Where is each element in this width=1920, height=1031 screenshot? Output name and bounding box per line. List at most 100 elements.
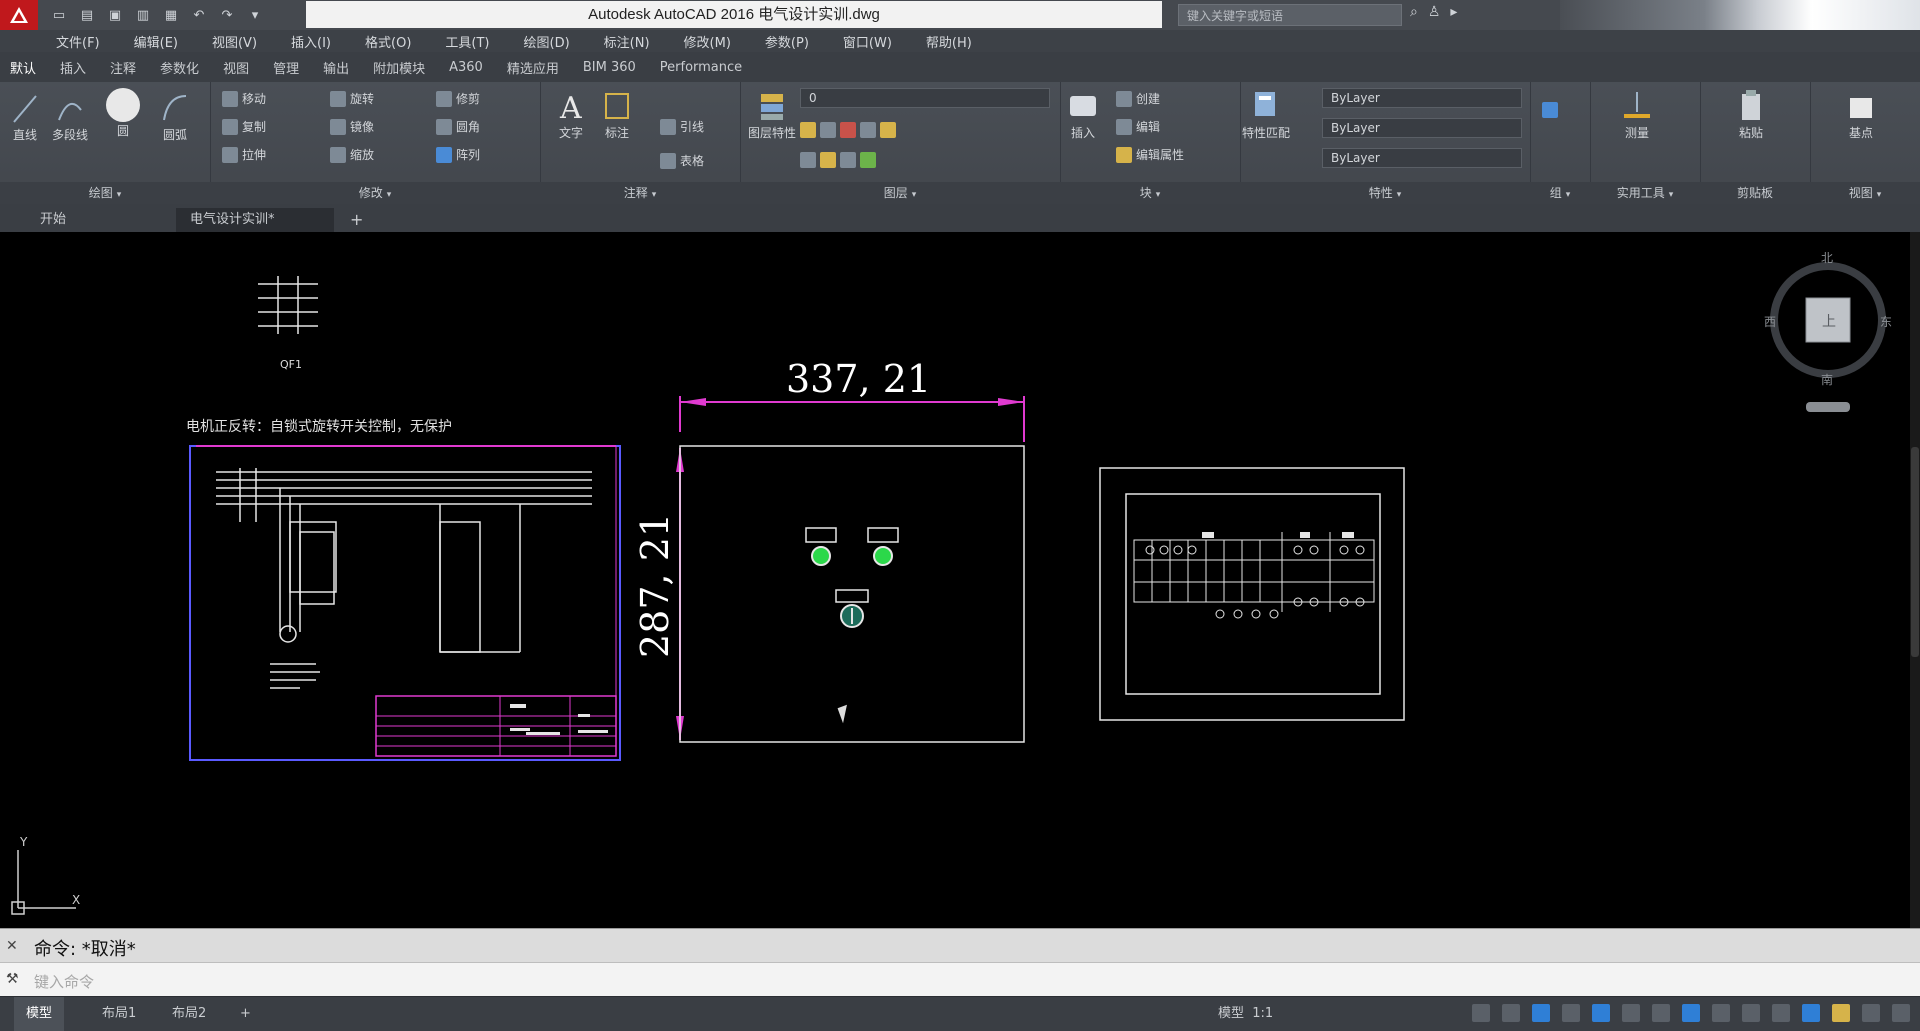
tab-insert[interactable]: 插入 — [60, 58, 86, 77]
group-tool[interactable] — [1542, 102, 1558, 118]
rotate-tool[interactable]: 旋转 — [330, 90, 374, 107]
tab-a360[interactable]: A360 — [449, 60, 483, 75]
tab-parametric[interactable]: 参数化 — [160, 58, 199, 77]
green-indicator-light-2[interactable] — [873, 546, 893, 566]
schematic-frame[interactable] — [189, 445, 621, 761]
tab-manage[interactable]: 管理 — [273, 58, 299, 77]
add-layout-icon[interactable]: + — [228, 997, 263, 1031]
selection-cycling-icon[interactable] — [1712, 1004, 1730, 1022]
tab-layout2[interactable]: 布局2 — [160, 997, 218, 1031]
lineweight-icon[interactable] — [1652, 1004, 1670, 1022]
workspace-gear-icon[interactable] — [1772, 1004, 1790, 1022]
vertical-dimension[interactable]: 287, 21 — [633, 448, 684, 740]
drawing-canvas[interactable]: QF1 电机正反转：自锁式旋转开关控制，无保护 337, 21 287, 21 … — [0, 232, 1910, 928]
vertical-scrollbar[interactable] — [1910, 232, 1920, 928]
transparency-icon[interactable] — [1682, 1004, 1700, 1022]
layer-match-icon[interactable] — [800, 152, 816, 168]
grid-icon[interactable] — [1472, 1004, 1490, 1022]
command-line[interactable]: ⚒ 键入命令 — [0, 962, 1920, 997]
tab-addins[interactable]: 附加模块 — [373, 58, 425, 77]
panel-modify-title[interactable]: 修改 ▾ — [210, 182, 540, 204]
layer-on-icon[interactable] — [800, 122, 816, 138]
line-tool[interactable]: 直线 — [10, 92, 40, 143]
linetype-dropdown[interactable]: ByLayer — [1322, 148, 1522, 168]
tab-model[interactable]: 模型 — [14, 997, 65, 1031]
new-file-icon[interactable]: ▭ — [48, 4, 70, 26]
redo-icon[interactable]: ↷ — [216, 4, 238, 26]
scrollbar-thumb[interactable] — [1911, 447, 1919, 657]
tab-performance[interactable]: Performance — [660, 60, 742, 75]
clean-screen-icon[interactable] — [1862, 1004, 1880, 1022]
close-icon[interactable]: ✕ — [6, 938, 18, 954]
match-properties-tool[interactable]: 特性匹配 — [1242, 88, 1290, 141]
annotation-visibility-icon[interactable] — [1742, 1004, 1760, 1022]
tab-view[interactable]: 视图 — [223, 58, 249, 77]
menu-file[interactable]: 文件(F) — [56, 32, 100, 51]
layer-lock-icon[interactable] — [880, 122, 896, 138]
lineweight-dropdown[interactable]: ByLayer — [1322, 118, 1522, 138]
viewcube-east[interactable]: 东 — [1880, 315, 1892, 329]
panel-layers-title[interactable]: 图层 ▾ — [740, 182, 1060, 204]
tab-output[interactable]: 输出 — [323, 58, 349, 77]
tab-start[interactable]: 开始 — [26, 208, 80, 232]
layer-off-icon[interactable] — [840, 122, 856, 138]
isolate-objects-icon[interactable] — [1802, 1004, 1820, 1022]
tab-bim360[interactable]: BIM 360 — [583, 60, 636, 75]
layer-properties-tool[interactable]: 图层特性 — [748, 88, 796, 141]
layer-iso-icon[interactable] — [860, 122, 876, 138]
menu-window[interactable]: 窗口(W) — [843, 32, 892, 51]
wrench-icon[interactable]: ⚒ — [6, 971, 19, 987]
move-tool[interactable]: 移动 — [222, 90, 266, 107]
ortho-icon[interactable] — [1532, 1004, 1550, 1022]
scale-tool[interactable]: 缩放 — [330, 146, 374, 163]
arc-tool[interactable]: 圆弧 — [160, 92, 190, 143]
layer-merge-icon[interactable] — [840, 152, 856, 168]
color-dropdown[interactable]: ByLayer — [1322, 88, 1522, 108]
text-tool[interactable]: A 文字 — [556, 88, 586, 141]
viewcube-west[interactable]: 西 — [1764, 315, 1776, 329]
panel-annotation-title[interactable]: 注释 ▾ — [540, 182, 740, 204]
component-layout-frame[interactable] — [1099, 467, 1405, 721]
trim-tool[interactable]: 修剪 — [436, 90, 480, 107]
annotation-scale-text[interactable]: 1:1 — [1252, 1006, 1273, 1021]
open-file-icon[interactable]: ▤ — [76, 4, 98, 26]
viewcube-top-face[interactable]: 上 — [1822, 314, 1836, 330]
layer-freeze-icon[interactable] — [820, 122, 836, 138]
snap-icon[interactable] — [1502, 1004, 1520, 1022]
leader-tool[interactable]: 引线 — [660, 118, 704, 135]
layer-walk-icon[interactable] — [820, 152, 836, 168]
layer-dropdown[interactable]: 0 — [800, 88, 1050, 108]
tab-layout1[interactable]: 布局1 — [90, 997, 148, 1031]
stretch-tool[interactable]: 拉伸 — [222, 146, 266, 163]
new-tab-button[interactable]: + — [350, 208, 363, 232]
qat-dropdown-icon[interactable]: ▾ — [244, 4, 266, 26]
user-icon[interactable]: ♙ — [1428, 4, 1441, 20]
viewcube-south[interactable]: 南 — [1821, 372, 1833, 387]
panel-draw-title[interactable]: 绘图 ▾ — [0, 182, 210, 204]
menu-parametric[interactable]: 参数(P) — [765, 32, 809, 51]
customization-menu-icon[interactable] — [1892, 1004, 1910, 1022]
binoculars-icon[interactable]: ⌕ — [1410, 4, 1418, 20]
search-input[interactable]: 键入关键字或短语 — [1178, 4, 1402, 26]
copy-tool[interactable]: 复制 — [222, 118, 266, 135]
polar-icon[interactable] — [1562, 1004, 1580, 1022]
menu-insert[interactable]: 插入(I) — [291, 32, 331, 51]
dimension-tool[interactable]: 标注 — [602, 88, 632, 141]
polyline-tool[interactable]: 多段线 — [52, 92, 88, 143]
command-input[interactable]: 键入命令 — [34, 971, 94, 992]
menu-edit[interactable]: 编辑(E) — [134, 32, 178, 51]
edit-block-tool[interactable]: 编辑 — [1116, 118, 1160, 135]
menu-modify[interactable]: 修改(M) — [684, 32, 731, 51]
measure-tool[interactable]: 测量 — [1622, 88, 1652, 141]
menu-tools[interactable]: 工具(T) — [445, 32, 489, 51]
save-as-icon[interactable]: ▥ — [132, 4, 154, 26]
base-view-tool[interactable]: 基点 — [1846, 88, 1876, 141]
tab-annotate[interactable]: 注释 — [110, 58, 136, 77]
menu-dimension[interactable]: 标注(N) — [604, 32, 650, 51]
model-space-label[interactable]: 模型 1:1 — [1218, 997, 1273, 1031]
panel-view-title[interactable]: 视图 ▾ — [1810, 182, 1920, 204]
tab-default[interactable]: 默认 — [10, 58, 36, 77]
panel-utilities-title[interactable]: 实用工具 ▾ — [1590, 182, 1700, 204]
mirror-tool[interactable]: 镜像 — [330, 118, 374, 135]
viewcube[interactable]: 上 北 西 东 南 — [1764, 251, 1892, 412]
